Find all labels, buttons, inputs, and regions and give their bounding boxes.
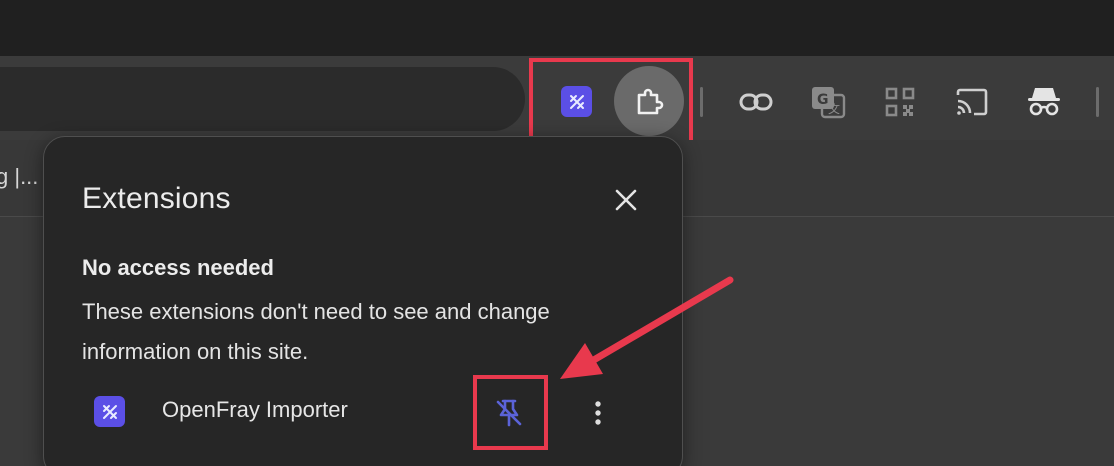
unpin-extension-button[interactable]	[490, 394, 528, 432]
close-icon	[615, 189, 637, 211]
openfray-logo-icon	[569, 94, 584, 109]
extensions-menu-button[interactable]	[614, 66, 684, 136]
popup-title: Extensions	[82, 182, 231, 215]
translate-icon: G 文	[812, 87, 846, 119]
cast-icon	[956, 88, 988, 116]
address-bar[interactable]	[0, 67, 525, 131]
translate-button[interactable]: G 文	[808, 84, 848, 120]
unpin-icon	[496, 399, 522, 427]
incognito-icon	[1028, 88, 1060, 116]
pinned-extension-button[interactable]	[561, 86, 592, 117]
extension-name[interactable]: OpenFray Importer	[162, 397, 348, 423]
qr-code-icon	[885, 87, 915, 117]
svg-text:文: 文	[828, 101, 840, 116]
bookmark-item[interactable]: g |...	[0, 164, 38, 190]
toolbar-separator	[1096, 87, 1099, 117]
close-button[interactable]	[606, 180, 646, 220]
qr-code-button[interactable]	[882, 84, 918, 120]
cast-button[interactable]	[952, 84, 992, 120]
link-icon	[739, 93, 773, 111]
more-vert-icon	[595, 401, 601, 425]
openfray-logo-icon	[102, 404, 117, 419]
section-description: These extensions don't need to see and c…	[82, 299, 550, 364]
copy-link-button[interactable]	[736, 84, 776, 120]
title-bar	[0, 0, 1114, 56]
extension-options-button[interactable]	[580, 394, 616, 432]
svg-text:G: G	[817, 92, 829, 108]
section-heading: No access needed	[82, 255, 274, 280]
extension-icon	[94, 396, 125, 427]
incognito-button[interactable]	[1024, 82, 1064, 120]
extensions-puzzle-icon	[637, 88, 664, 115]
browser-window: G 文 g |... Extensions No access needed T…	[0, 0, 1114, 466]
toolbar-separator	[700, 87, 703, 117]
